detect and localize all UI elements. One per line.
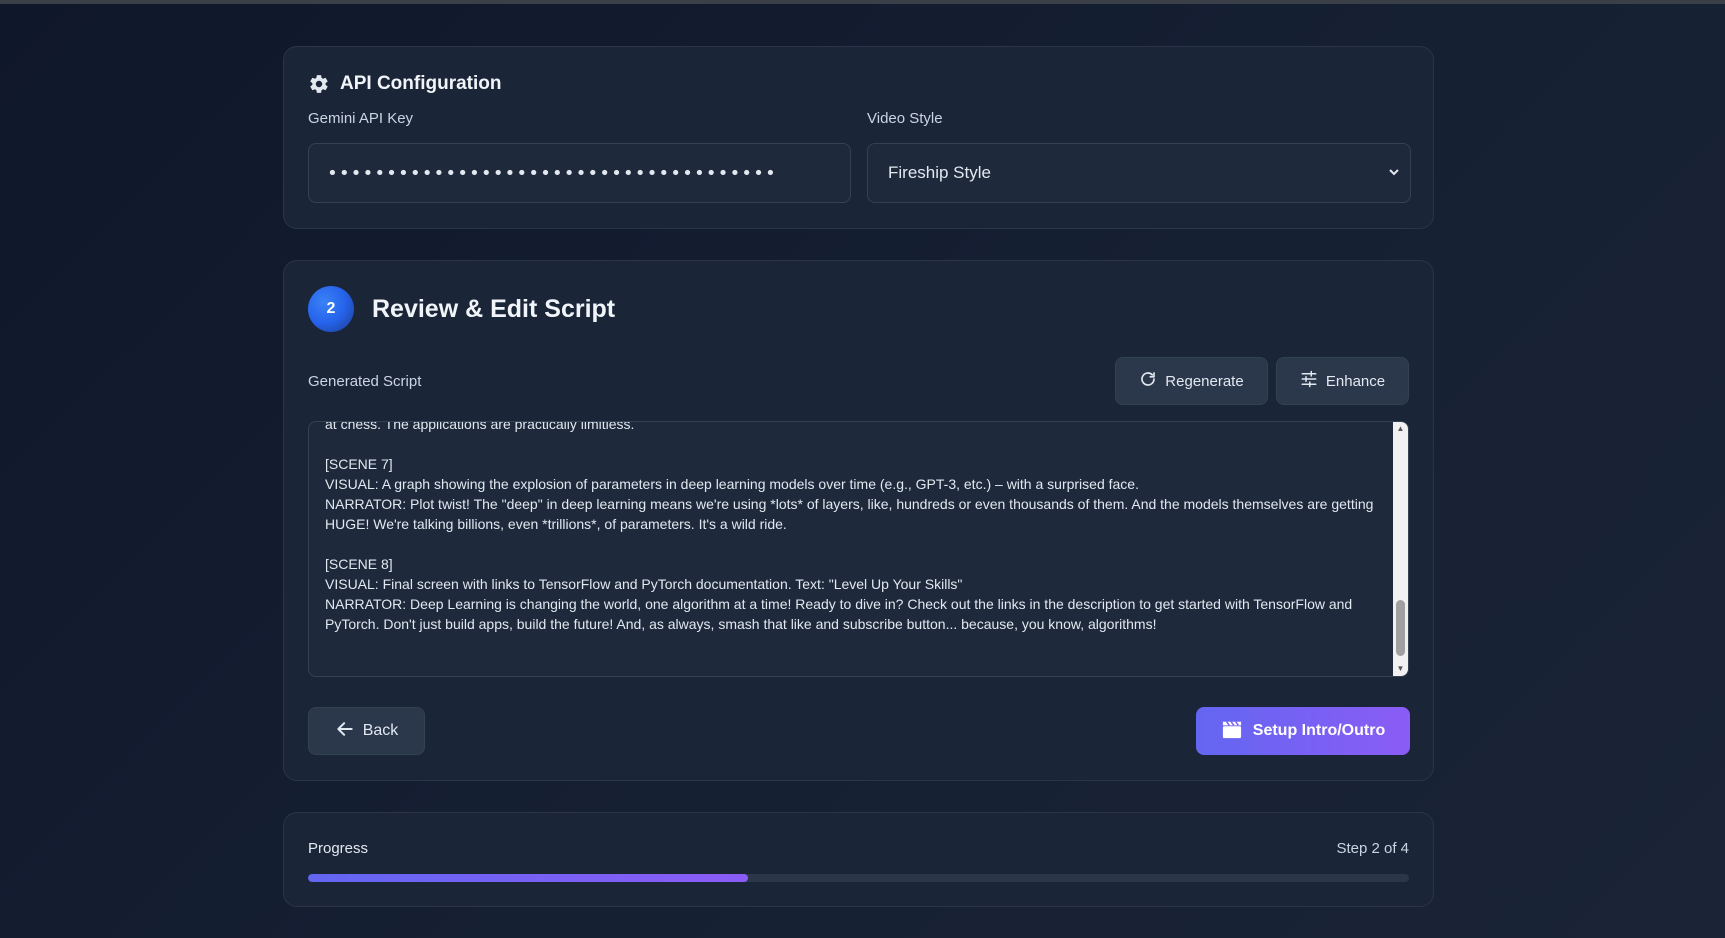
progress-track — [308, 874, 1409, 882]
setup-intro-outro-button[interactable]: Setup Intro/Outro — [1196, 707, 1410, 755]
top-border — [0, 0, 1725, 4]
scroll-thumb[interactable] — [1396, 600, 1405, 656]
scroll-down-arrow-icon[interactable]: ▼ — [1393, 662, 1408, 676]
generated-script-label: Generated Script — [308, 373, 422, 390]
video-style-label: Video Style — [867, 110, 943, 127]
generated-script-textarea[interactable]: at chess. The applications are practical… — [308, 421, 1409, 677]
regenerate-button[interactable]: Regenerate — [1115, 357, 1268, 405]
step-number-badge: 2 — [308, 286, 354, 332]
gear-icon — [308, 73, 330, 95]
sliders-icon — [1300, 370, 1318, 392]
enhance-button[interactable]: Enhance — [1276, 357, 1409, 405]
api-configuration-header: API Configuration — [308, 73, 501, 95]
video-style-select[interactable]: Fireship Style — [867, 143, 1411, 203]
progress-card: Progress Step 2 of 4 — [283, 812, 1434, 907]
enhance-label: Enhance — [1325, 372, 1386, 390]
clapperboard-icon — [1221, 719, 1243, 744]
gemini-api-key-input[interactable]: •••••••••••••••••••••••••••••••••••••• — [308, 143, 851, 203]
api-configuration-card: API Configuration Gemini API Key •••••••… — [283, 46, 1434, 229]
back-label: Back — [362, 722, 399, 739]
gemini-api-key-value: •••••••••••••••••••••••••••••••••••••• — [327, 162, 777, 184]
api-configuration-title: API Configuration — [340, 73, 502, 94]
progress-fill — [308, 874, 749, 882]
scroll-up-arrow-icon[interactable]: ▲ — [1393, 422, 1408, 436]
review-script-title: Review & Edit Script — [372, 295, 616, 323]
progress-step-text: Step 2 of 4 — [1336, 840, 1409, 857]
script-scrollbar[interactable]: ▲ ▼ — [1393, 422, 1408, 676]
regenerate-label: Regenerate — [1165, 372, 1244, 390]
gemini-api-key-label: Gemini API Key — [308, 110, 414, 127]
setup-intro-outro-label: Setup Intro/Outro — [1252, 722, 1386, 739]
arrow-left-icon — [335, 719, 355, 744]
review-script-card: 2 Review & Edit Script Generated Script … — [283, 260, 1434, 781]
chevron-down-icon — [1388, 166, 1400, 181]
refresh-icon — [1139, 370, 1157, 392]
back-button[interactable]: Back — [308, 707, 425, 755]
progress-label: Progress — [308, 840, 369, 857]
video-style-value: Fireship Style — [888, 163, 991, 182]
generated-script-text: at chess. The applications are practical… — [325, 421, 1374, 632]
